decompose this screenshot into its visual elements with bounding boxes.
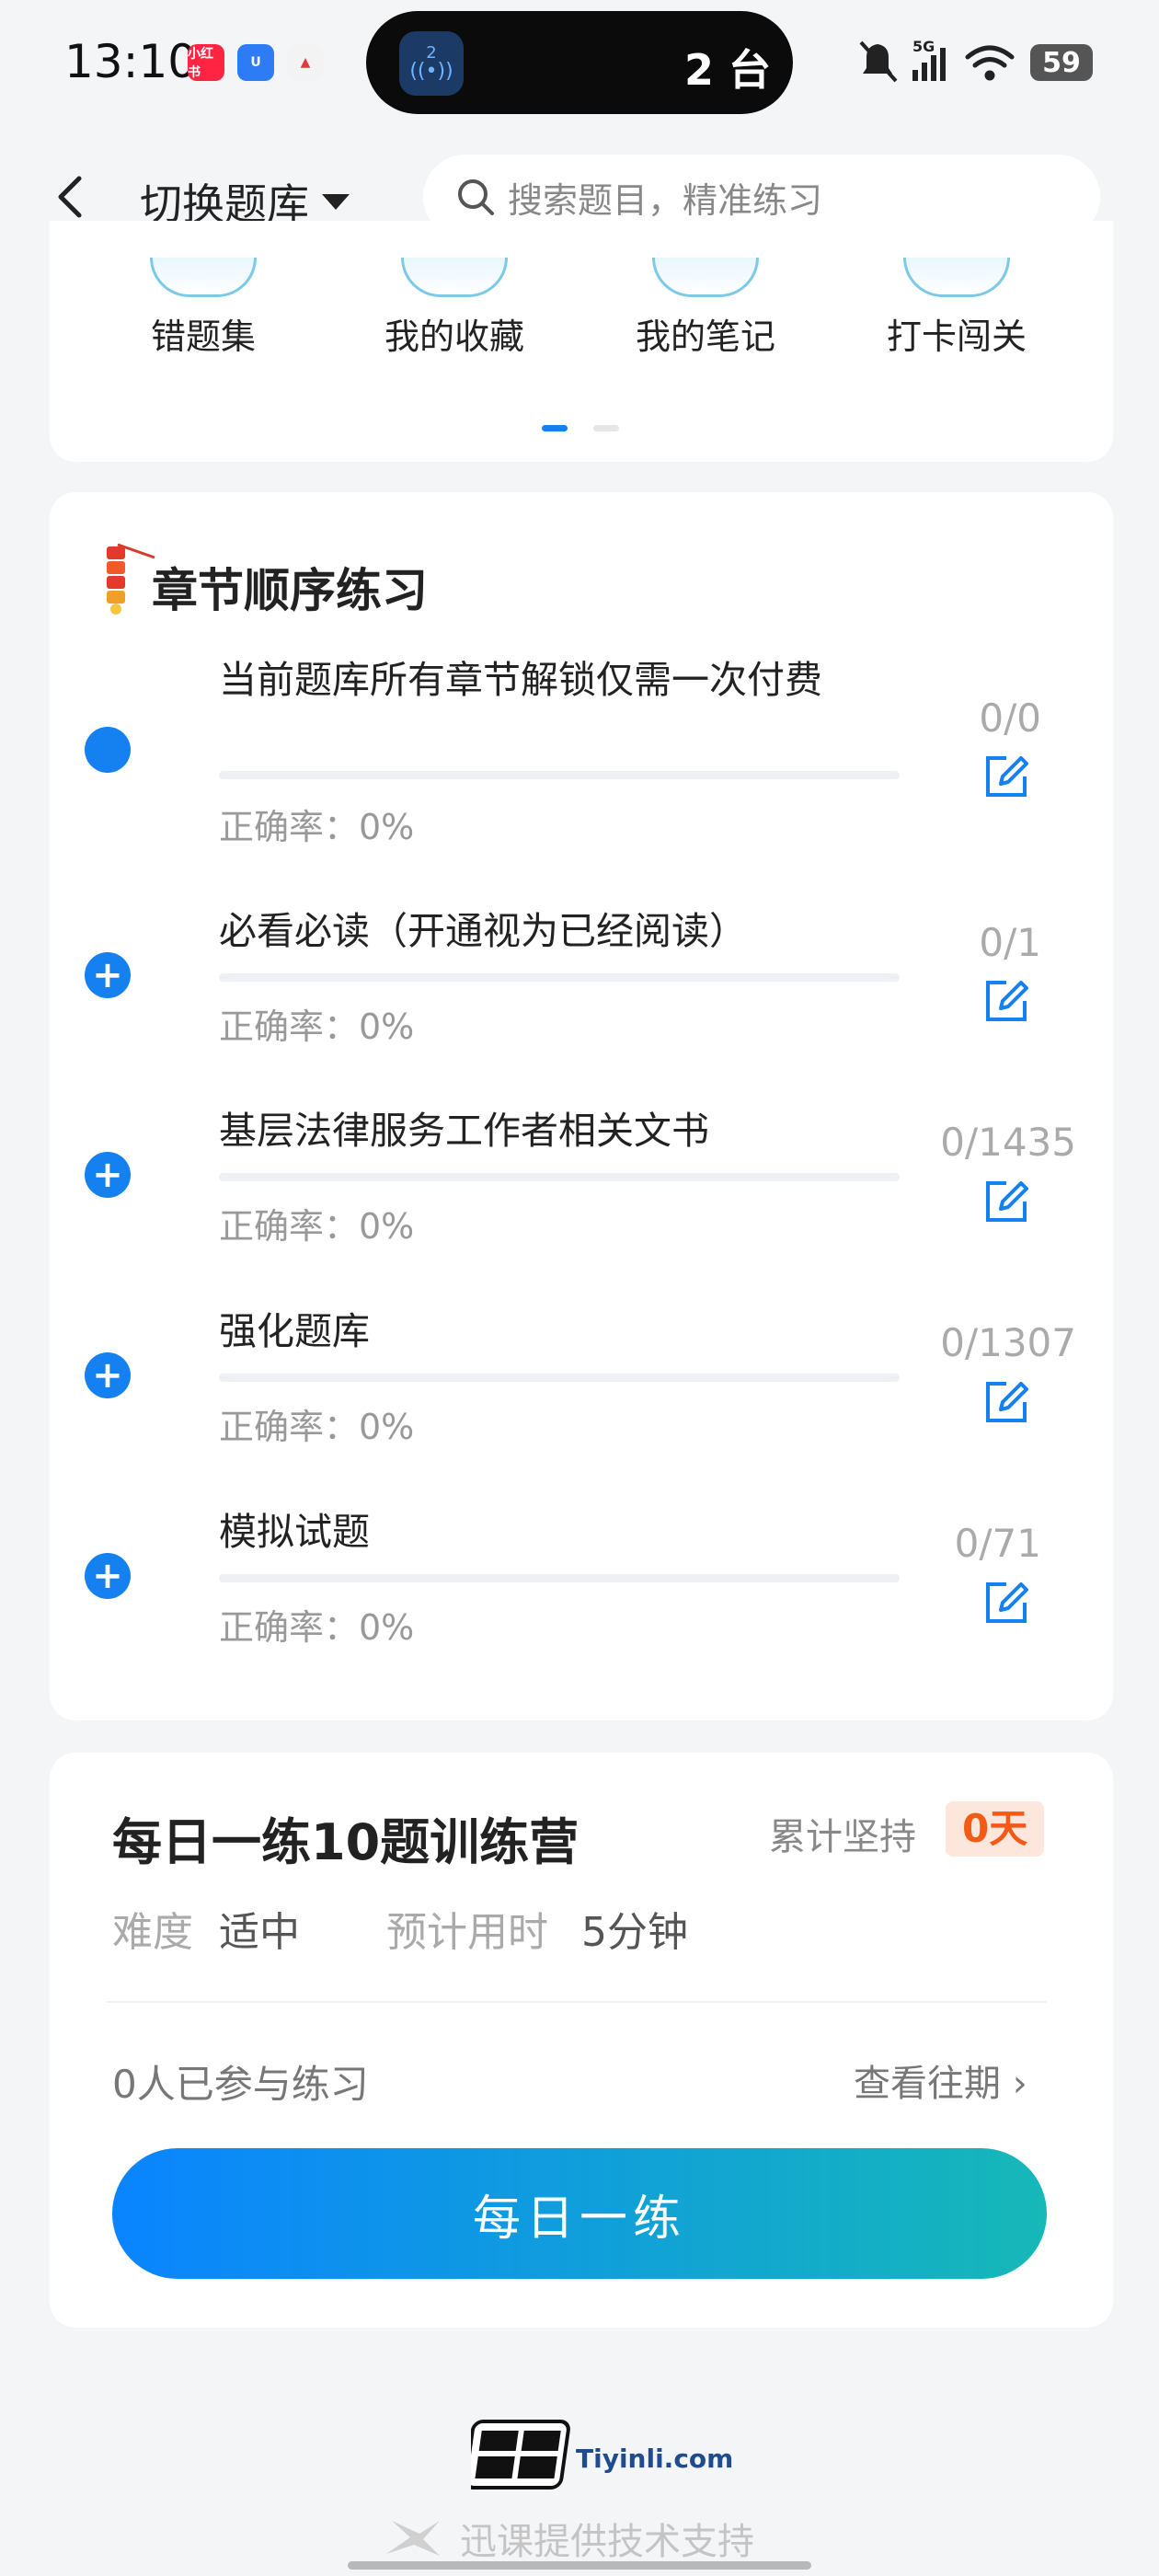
estimated-time-value: 5分钟: [581, 1909, 688, 1956]
app-u-icon: U: [237, 44, 274, 81]
chapter-accuracy: 正确率：0%: [219, 1006, 415, 1047]
shortcut-label: 打卡闯关: [886, 316, 1027, 357]
chapter-title: 模拟试题: [219, 1510, 370, 1554]
caret-down-icon: [322, 193, 350, 210]
tiyinli-logo: [471, 2420, 570, 2490]
battery-indicator: 59: [1030, 44, 1093, 81]
expand-plus-icon[interactable]: +: [85, 1152, 131, 1198]
chapter-count: 0/1: [979, 920, 1041, 965]
page-dot: [593, 425, 619, 431]
shortcut-label: 我的笔记: [635, 316, 775, 357]
streak-badge: 0天: [946, 1801, 1045, 1857]
xiaohongshu-app-icon: 小红书: [188, 44, 224, 81]
chapter-progress-bar: [219, 1574, 900, 1582]
view-history-link[interactable]: 查看往期 ›: [854, 2053, 1027, 2107]
shortcut-wrong-questions[interactable]: 错题集: [102, 258, 304, 359]
tech-support-text: 迅课提供技术支持: [460, 2521, 754, 2563]
chapter-count: 0/1435: [940, 1120, 1076, 1165]
edit-icon[interactable]: [981, 751, 1032, 802]
wrong-questions-icon: [150, 258, 257, 297]
search-placeholder: 搜索题目，精准练习: [508, 179, 823, 221]
broadcast-icon: 2 ((•)): [399, 31, 464, 96]
island-text: 2 台: [684, 45, 772, 95]
daily-practice-button[interactable]: 每日一练: [112, 2148, 1047, 2279]
chapter-title: 强化题库: [219, 1309, 370, 1353]
chapter-progress-bar: [219, 1374, 900, 1382]
chapter-progress-bar: [219, 973, 900, 982]
back-arrow-icon[interactable]: [52, 171, 92, 223]
favorites-icon: [401, 258, 508, 297]
daily-camp-title: 每日一练10题训练营: [112, 1813, 580, 1871]
signal-icon: 5G: [912, 38, 946, 81]
shortcut-checkin[interactable]: 打卡闯关: [855, 258, 1058, 359]
chapter-progress-bar: [219, 1173, 900, 1181]
mute-bell-icon: [859, 40, 898, 83]
chapter-accuracy: 正确率：0%: [219, 807, 415, 847]
chapter-title: 当前题库所有章节解锁仅需一次付费: [219, 658, 822, 702]
notes-icon: [652, 258, 759, 297]
chapter-status-dot: [85, 727, 131, 773]
chapter-progress-bar: [219, 771, 900, 779]
chapter-count: 0/0: [979, 696, 1041, 741]
network-label: 5G: [912, 38, 935, 55]
tech-support: 迅课提供技术支持: [383, 2512, 754, 2565]
firecracker-icon: [107, 543, 155, 615]
app-triangle-icon: ▲: [287, 44, 324, 81]
shortcut-label: 错题集: [150, 316, 256, 357]
search-icon: [458, 179, 494, 215]
shortcut-notes[interactable]: 我的笔记: [604, 258, 807, 359]
participants-count: 0人已参与练习: [112, 2062, 369, 2107]
streak-label: 累计坚持: [769, 1816, 916, 1858]
edit-icon[interactable]: [981, 1577, 1032, 1628]
chapter-title: 必看必读（开通视为已经阅读）: [219, 909, 747, 953]
estimated-time-label: 预计用时: [386, 1909, 548, 1956]
logo-text: Tiyinli.com: [576, 2444, 734, 2474]
divider: [107, 2001, 1047, 2003]
edit-icon[interactable]: [981, 975, 1032, 1027]
chapter-count: 0/71: [954, 1521, 1041, 1566]
expand-plus-icon[interactable]: +: [85, 952, 131, 998]
chapter-accuracy: 正确率：0%: [219, 1206, 415, 1247]
expand-plus-icon[interactable]: +: [85, 1352, 131, 1398]
wifi-icon: [965, 45, 1015, 81]
edit-icon[interactable]: [981, 1176, 1032, 1227]
shortcut-label: 我的收藏: [384, 316, 524, 357]
shortcut-favorites[interactable]: 我的收藏: [353, 258, 556, 359]
chapter-accuracy: 正确率：0%: [219, 1607, 415, 1648]
expand-plus-icon[interactable]: +: [85, 1553, 131, 1599]
page-dot-active: [542, 425, 568, 431]
chapter-section-title: 章节顺序练习: [152, 564, 428, 617]
chapter-count: 0/1307: [940, 1320, 1076, 1365]
checkin-icon: [903, 258, 1010, 297]
xunke-logo-icon: [386, 2521, 440, 2556]
difficulty-value: 适中: [219, 1909, 300, 1956]
edit-icon[interactable]: [981, 1376, 1032, 1428]
difficulty-label: 难度: [112, 1909, 193, 1956]
home-indicator[interactable]: [348, 2561, 811, 2570]
chapter-title: 基层法律服务工作者相关文书: [219, 1109, 709, 1153]
chapter-accuracy: 正确率：0%: [219, 1407, 415, 1447]
status-time: 13:10: [64, 35, 198, 88]
